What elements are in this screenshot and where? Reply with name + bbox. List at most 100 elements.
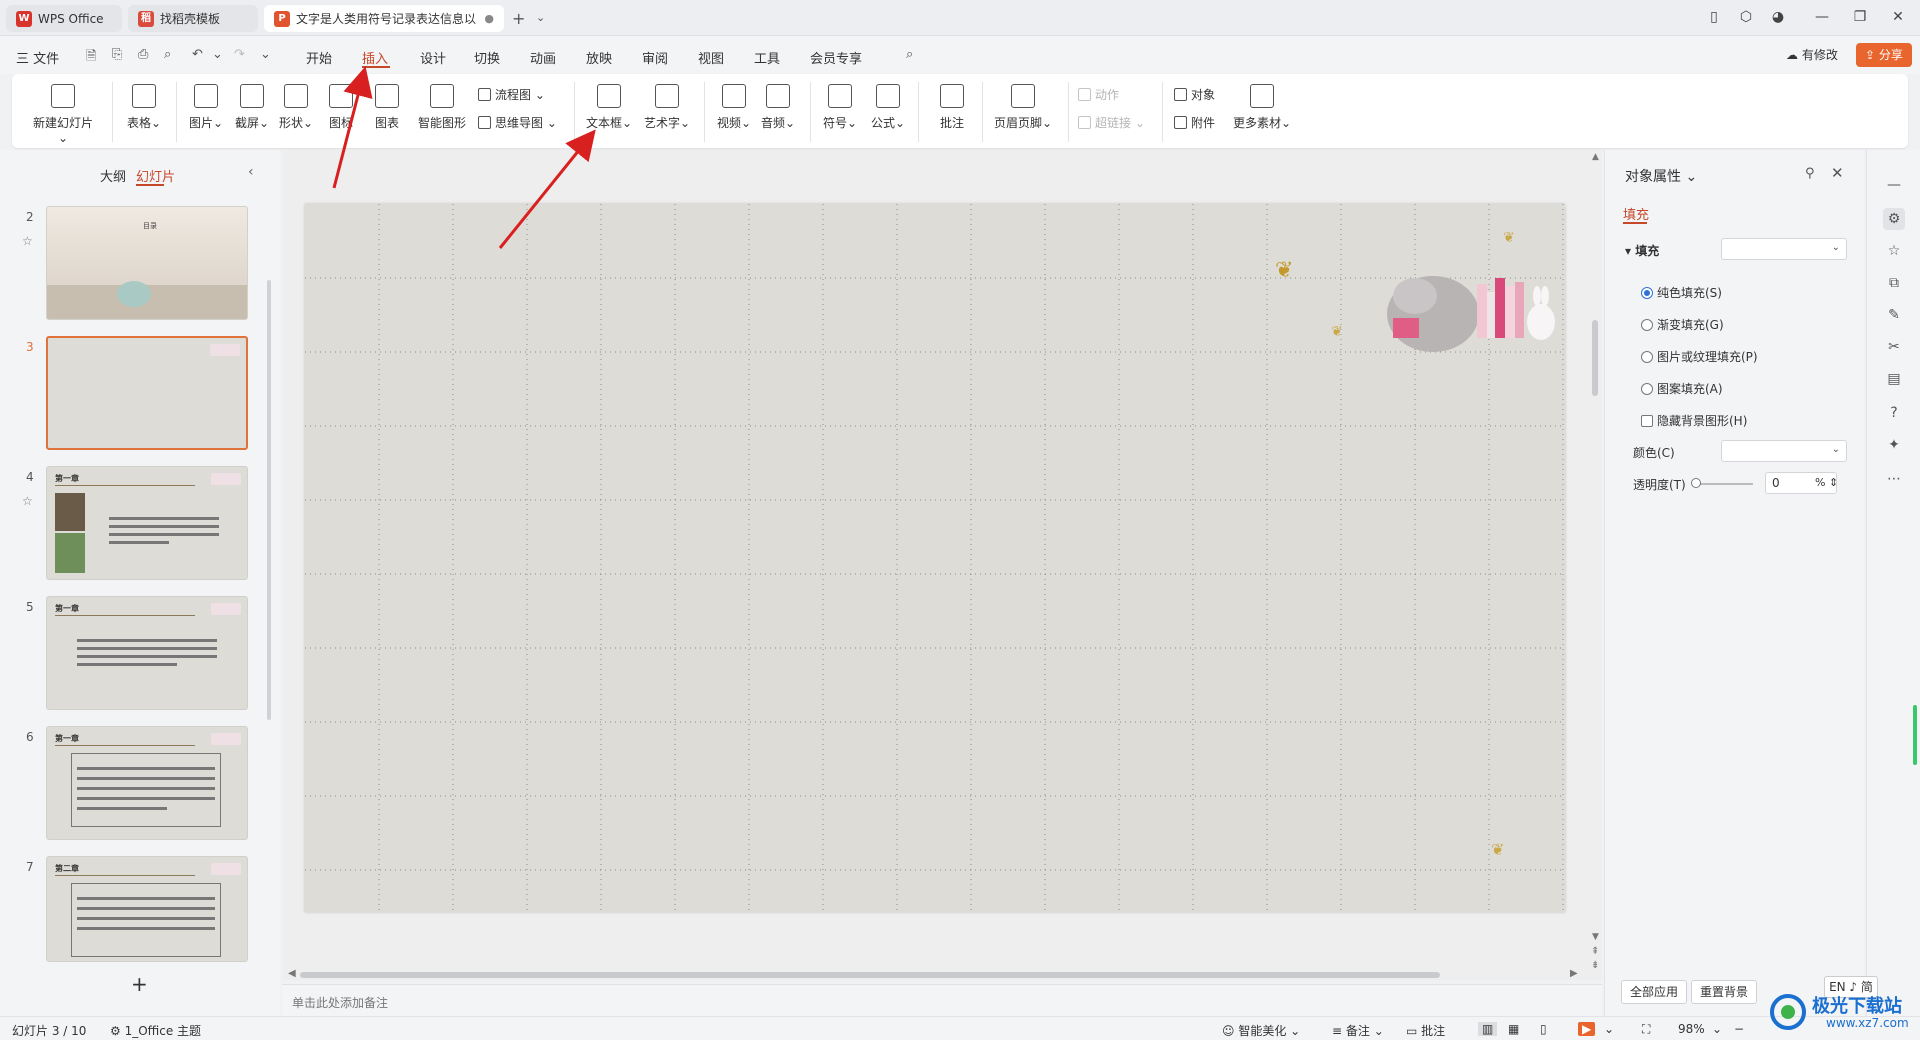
book-icon[interactable]: ▤	[1883, 368, 1905, 390]
menu-view[interactable]: 视图	[698, 48, 724, 67]
attachment-button[interactable]: 附件	[1174, 114, 1215, 131]
theme-indicator[interactable]: ⚙ 1_Office 主题	[110, 1022, 201, 1039]
collapse-panel-icon[interactable]: ‹	[248, 164, 254, 180]
print-icon[interactable]: ⎙	[138, 47, 148, 62]
tab-document[interactable]: P 文字是人类用符号记录表达信息以 ●	[264, 5, 504, 32]
shape-button[interactable]: 形状⌄	[274, 84, 318, 131]
hyperlink-button[interactable]: 超链接 ⌄	[1078, 114, 1145, 131]
minus-icon[interactable]: —	[1883, 174, 1905, 196]
slide-thumbnail[interactable]: 第一章	[46, 726, 248, 840]
undo-icon[interactable]: ↶	[192, 47, 203, 62]
search-icon[interactable]: ⌕	[906, 47, 913, 62]
fill-section-toggle[interactable]: ▾ 填充	[1625, 242, 1659, 259]
menu-start[interactable]: 开始	[306, 48, 332, 67]
header-footer-button[interactable]: 页眉页脚⌄	[990, 84, 1056, 131]
scroll-down-icon[interactable]: ▼	[1592, 932, 1599, 942]
tab-outline[interactable]: 大纲	[100, 166, 126, 185]
pattern-fill-radio[interactable]: 图案填充(A)	[1641, 380, 1723, 397]
properties-icon[interactable]: ⚙	[1883, 208, 1905, 230]
slide-thumbnail[interactable]: 第一章	[46, 596, 248, 710]
undo-chevron-icon[interactable]: ⌄	[212, 47, 223, 62]
notes-pane[interactable]: 单击此处添加备注	[282, 984, 1602, 1016]
normal-view-icon[interactable]: ▥	[1478, 1022, 1498, 1036]
fit-window-icon[interactable]: ⛶	[1642, 1022, 1650, 1037]
image-edit-icon[interactable]: ✎	[1883, 304, 1905, 326]
reading-view-icon[interactable]: ▯	[1540, 1022, 1547, 1036]
notes-toggle[interactable]: ≡ 备注 ⌄	[1332, 1022, 1384, 1039]
print-preview-icon[interactable]: ⌕	[164, 47, 171, 62]
symbol-button[interactable]: 符号⌄	[820, 84, 860, 131]
tools-icon[interactable]: ✂	[1883, 336, 1905, 358]
menu-animation[interactable]: 动画	[530, 48, 556, 67]
restore-icon[interactable]: ❐	[1850, 9, 1870, 25]
share-button[interactable]: ⇪ 分享	[1856, 43, 1912, 67]
icon-button[interactable]: 图标	[324, 84, 358, 131]
slide-thumbnail[interactable]: 目录	[46, 206, 248, 320]
tab-slides[interactable]: 幻灯片	[136, 166, 175, 185]
tab-wps-office[interactable]: W WPS Office	[6, 5, 122, 32]
star-icon[interactable]: ☆	[1883, 240, 1905, 262]
menu-review[interactable]: 审阅	[642, 48, 668, 67]
copy-icon[interactable]: ⧉	[1883, 272, 1905, 294]
solid-fill-radio[interactable]: 纯色填充(S)	[1641, 284, 1722, 301]
reset-background-button[interactable]: 重置背景	[1691, 980, 1758, 1004]
notes-placeholder[interactable]: 单击此处添加备注	[292, 994, 388, 1011]
tab-close-icon[interactable]: ●	[484, 12, 494, 25]
scroll-left-icon[interactable]: ◀	[288, 968, 296, 979]
panel-title[interactable]: 对象属性 ⌄	[1625, 166, 1697, 186]
add-tab-icon[interactable]: +	[512, 9, 525, 28]
sorter-view-icon[interactable]: ▦	[1508, 1022, 1519, 1036]
save-icon[interactable]: 🗎	[86, 47, 96, 69]
canvas-horizontal-scrollbar[interactable]	[300, 972, 1440, 978]
transparency-slider[interactable]	[1693, 483, 1753, 485]
scroll-right-icon[interactable]: ▶	[1570, 968, 1578, 979]
add-slide-button[interactable]: +	[131, 972, 148, 996]
user-avatar-icon[interactable]: ◕	[1768, 9, 1788, 25]
mind-map-button[interactable]: 思维导图 ⌄	[478, 114, 557, 131]
menu-tools[interactable]: 工具	[754, 48, 780, 67]
quick-access-chevron-icon[interactable]: ⌄	[260, 47, 271, 62]
play-slideshow-icon[interactable]: ▶	[1578, 1022, 1596, 1036]
menu-transition[interactable]: 切换	[474, 48, 500, 67]
hide-background-checkbox[interactable]: 隐藏背景图形(H)	[1641, 412, 1747, 429]
close-window-icon[interactable]: ✕	[1888, 9, 1908, 25]
slide-thumbnail-selected[interactable]	[46, 336, 248, 450]
zoom-out-icon[interactable]: −	[1734, 1022, 1744, 1036]
picture-fill-radio[interactable]: 图片或纹理填充(P)	[1641, 348, 1758, 365]
thumbnail-scrollbar[interactable]	[267, 280, 271, 720]
screenshot-button[interactable]: 截屏⌄	[230, 84, 274, 131]
export-icon[interactable]: ⎘	[112, 47, 122, 62]
canvas-vertical-scrollbar[interactable]	[1592, 320, 1598, 396]
zoom-level[interactable]: 98%	[1678, 1022, 1705, 1036]
zoom-chevron-icon[interactable]: ⌄	[1712, 1022, 1722, 1036]
prev-slide-icon[interactable]: ⇞	[1591, 946, 1599, 957]
slider-handle[interactable]	[1691, 478, 1701, 488]
color-dropdown[interactable]: ⌄	[1721, 440, 1847, 462]
action-button[interactable]: 动作	[1078, 86, 1119, 103]
fill-type-dropdown[interactable]: ⌄	[1721, 238, 1847, 260]
menu-insert[interactable]: 插入	[362, 48, 388, 67]
pin-icon[interactable]: ⚲	[1805, 166, 1815, 181]
next-slide-icon[interactable]: ⇟	[1591, 960, 1599, 971]
slide-thumbnail[interactable]: 第一章	[46, 466, 248, 580]
comment-button[interactable]: 批注	[934, 84, 970, 131]
more-materials-button[interactable]: 更多素材⌄	[1230, 84, 1294, 131]
menu-design[interactable]: 设计	[420, 48, 446, 67]
close-panel-icon[interactable]: ✕	[1831, 164, 1844, 182]
smart-beautify-button[interactable]: ☺ 智能美化 ⌄	[1222, 1022, 1300, 1039]
tab-list-chevron-icon[interactable]: ⌄	[536, 11, 545, 24]
current-slide[interactable]: ❦ ❦ ❦ ❦	[305, 204, 1565, 912]
layout-icon[interactable]: ▯	[1704, 9, 1724, 25]
chart-button[interactable]: 图表	[370, 84, 404, 131]
menu-slideshow[interactable]: 放映	[586, 48, 612, 67]
audio-button[interactable]: 音频⌄	[758, 84, 798, 131]
star-icon[interactable]: ☆	[22, 234, 33, 248]
art-text-button[interactable]: 艺术字⌄	[642, 84, 692, 131]
minimize-icon[interactable]: —	[1812, 9, 1832, 25]
has-changes-indicator[interactable]: ☁ 有修改	[1786, 46, 1838, 63]
apply-all-button[interactable]: 全部应用	[1621, 980, 1688, 1004]
flowchart-button[interactable]: 流程图 ⌄	[478, 86, 545, 103]
slide-thumbnail[interactable]: 第二章	[46, 856, 248, 962]
gradient-fill-radio[interactable]: 渐变填充(G)	[1641, 316, 1724, 333]
tab-template[interactable]: 稻 找稻壳模板	[128, 5, 258, 32]
